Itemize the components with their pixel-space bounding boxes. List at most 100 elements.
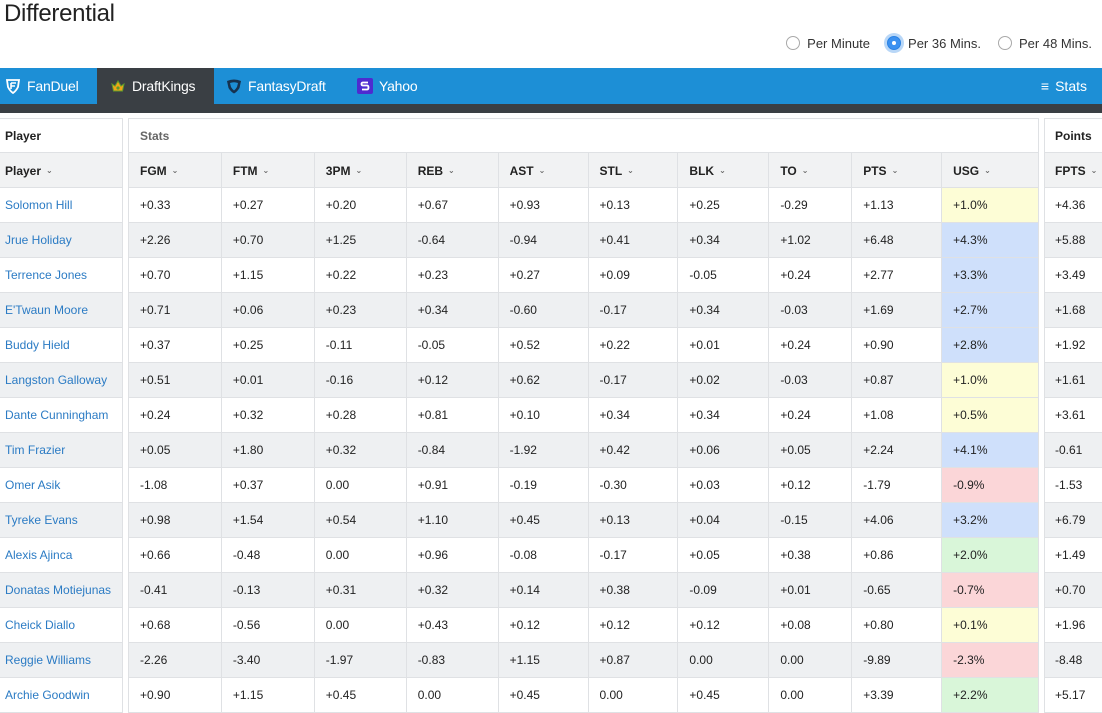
player-link[interactable]: E'Twaun Moore [0, 293, 122, 327]
fpts-cell: -8.48 [1055, 653, 1083, 667]
column-header-label: PTS [863, 163, 887, 178]
column-header-to[interactable]: TO ⌄ [769, 153, 853, 188]
fpts-cell: +1.49 [1055, 548, 1086, 562]
chevron-down-icon: ⌄ [171, 166, 179, 175]
table-row: -1.53 [1045, 467, 1102, 502]
stat-cell-usg: +3.2% [942, 503, 1039, 537]
stat-cell-ast: +0.62 [499, 363, 589, 397]
stat-cell-ast: +0.93 [499, 188, 589, 222]
stat-cell-stl: +0.13 [589, 503, 679, 537]
table-row: +0.68 -0.56 0.00 +0.43 +0.12 +0.12 +0.12 +0.08 +… [129, 607, 1039, 642]
stat-cell-to: +0.24 [769, 398, 853, 432]
stat-cell-ftm: -0.56 [222, 608, 315, 642]
stat-cell-pts: +1.13 [852, 188, 943, 222]
player-link[interactable]: Cheick Diallo [0, 608, 122, 642]
stat-cell-reb: +0.43 [407, 608, 499, 642]
table-row: Langston Galloway [0, 362, 122, 397]
fpts-cell: +1.68 [1055, 303, 1086, 317]
stat-cell-pts: -0.65 [852, 573, 943, 607]
stat-cell-usg: +4.3% [942, 223, 1039, 257]
table-row: -2.26 -3.40 -1.97 -0.83 +1.15 +0.87 0.00 0.00 -9… [129, 642, 1039, 677]
radio-per-48[interactable] [998, 36, 1013, 50]
tab-draftkings-label: DraftKings [132, 78, 196, 94]
table-row: +0.05 +1.80 +0.32 -0.84 -1.92 +0.42 +0.06 +0.05… [129, 432, 1039, 467]
stat-cell-ftm: +0.37 [222, 468, 315, 502]
player-column-header[interactable]: Player ⌄ [0, 153, 122, 188]
stats-header-row: FGM ⌄ FTM ⌄ 3PM ⌄ REB ⌄ AST ⌄ STL ⌄ BLK ⌄ TO ⌄ PTS ⌄ USG ⌄ [129, 152, 1038, 188]
mode-per-36[interactable]: Per 36 Mins. [887, 36, 981, 51]
stat-cell-stl: -0.30 [589, 468, 679, 502]
fpts-column-label: FPTS [1055, 163, 1086, 178]
tab-yahoo[interactable]: Yahoo [343, 68, 443, 104]
player-link[interactable]: Alexis Ajinca [0, 538, 122, 572]
stat-cell-reb: +0.91 [407, 468, 499, 502]
stat-cell-to: +0.12 [769, 468, 853, 502]
radio-per-minute[interactable] [786, 36, 801, 50]
mode-per-48[interactable]: Per 48 Mins. [998, 36, 1092, 51]
table-row: Terrence Jones [0, 257, 122, 292]
player-link[interactable]: Solomon Hill [0, 188, 122, 222]
mode-per-minute[interactable]: Per Minute [786, 36, 870, 51]
column-header-ast[interactable]: AST ⌄ [499, 153, 589, 188]
radio-per-36[interactable] [887, 36, 902, 50]
column-header-3pm[interactable]: 3PM ⌄ [315, 153, 407, 188]
player-link[interactable]: Tyreke Evans [0, 503, 122, 537]
stat-cell-pts: +2.24 [852, 433, 943, 467]
stat-cell-fgm: +0.33 [129, 188, 222, 222]
player-link[interactable]: Reggie Williams [0, 643, 122, 677]
stat-cell-3pm: 0.00 [315, 538, 407, 572]
stat-cell-3pm: +0.31 [315, 573, 407, 607]
stat-cell-fgm: +0.37 [129, 328, 222, 362]
stat-cell-ftm: +0.70 [222, 223, 315, 257]
player-link[interactable]: Buddy Hield [0, 328, 122, 362]
player-link[interactable]: Tim Frazier [0, 433, 122, 467]
stat-cell-stl: -0.17 [589, 363, 679, 397]
stat-cell-3pm: +1.25 [315, 223, 407, 257]
tab-fanduel-label: FanDuel [27, 78, 79, 94]
column-header-pts[interactable]: PTS ⌄ [852, 153, 943, 188]
stat-cell-stl: +0.38 [589, 573, 679, 607]
player-link[interactable]: Terrence Jones [0, 258, 122, 292]
player-link[interactable]: Donatas Motiejunas [0, 573, 122, 607]
stat-cell-pts: +1.08 [852, 398, 943, 432]
table-row: -1.08 +0.37 0.00 +0.91 -0.19 -0.30 +0.03 +0.12-… [129, 467, 1039, 502]
fpts-column-header[interactable]: FPTS ⌄ [1045, 153, 1102, 188]
stat-cell-fgm: +0.98 [129, 503, 222, 537]
stat-cell-ftm: +0.27 [222, 188, 315, 222]
column-header-ftm[interactable]: FTM ⌄ [222, 153, 315, 188]
player-link[interactable]: Langston Galloway [0, 363, 122, 397]
stat-cell-fgm: -0.41 [129, 573, 222, 607]
column-header-reb[interactable]: REB ⌄ [407, 153, 499, 188]
site-tabs-bar: FanDuel DraftKings FantasyDraft Yahoo ≡ … [0, 68, 1102, 104]
stat-cell-ftm: -3.40 [222, 643, 315, 677]
hamburger-menu-icon: ≡ [1040, 78, 1050, 94]
tab-draftkings[interactable]: DraftKings [97, 68, 214, 104]
stat-cell-ast: +0.12 [499, 608, 589, 642]
fpts-cell: +4.36 [1055, 198, 1086, 212]
stat-cell-usg: +3.3% [942, 258, 1039, 292]
stat-cell-ast: -0.94 [499, 223, 589, 257]
player-link[interactable]: Dante Cunningham [0, 398, 122, 432]
tab-fantasydraft[interactable]: FantasyDraft [214, 68, 343, 104]
stat-cell-pts: +6.48 [852, 223, 943, 257]
yahoo-s-icon [357, 78, 373, 94]
player-link[interactable]: Archie Goodwin [0, 678, 122, 712]
fpts-cell: +1.92 [1055, 338, 1086, 352]
stat-cell-usg: +2.8% [942, 328, 1039, 362]
table-row: +1.68 [1045, 292, 1102, 327]
stat-cell-ast: +0.45 [499, 503, 589, 537]
fpts-cell: +1.61 [1055, 373, 1086, 387]
player-link[interactable]: Omer Asik [0, 468, 122, 502]
stats-menu-button[interactable]: ≡ Stats [1041, 68, 1102, 104]
stat-cell-pts: +0.87 [852, 363, 943, 397]
stat-cell-to: +0.24 [769, 258, 853, 292]
table-row: Omer Asik [0, 467, 122, 502]
column-header-blk[interactable]: BLK ⌄ [678, 153, 770, 188]
stat-cell-stl: +0.87 [589, 643, 679, 677]
column-header-usg[interactable]: USG ⌄ [942, 153, 1038, 188]
player-link[interactable]: Jrue Holiday [0, 223, 122, 257]
tab-fanduel[interactable]: FanDuel [0, 68, 97, 104]
column-header-fgm[interactable]: FGM ⌄ [129, 153, 222, 188]
table-row: +5.17 [1045, 677, 1102, 712]
column-header-stl[interactable]: STL ⌄ [589, 153, 679, 188]
